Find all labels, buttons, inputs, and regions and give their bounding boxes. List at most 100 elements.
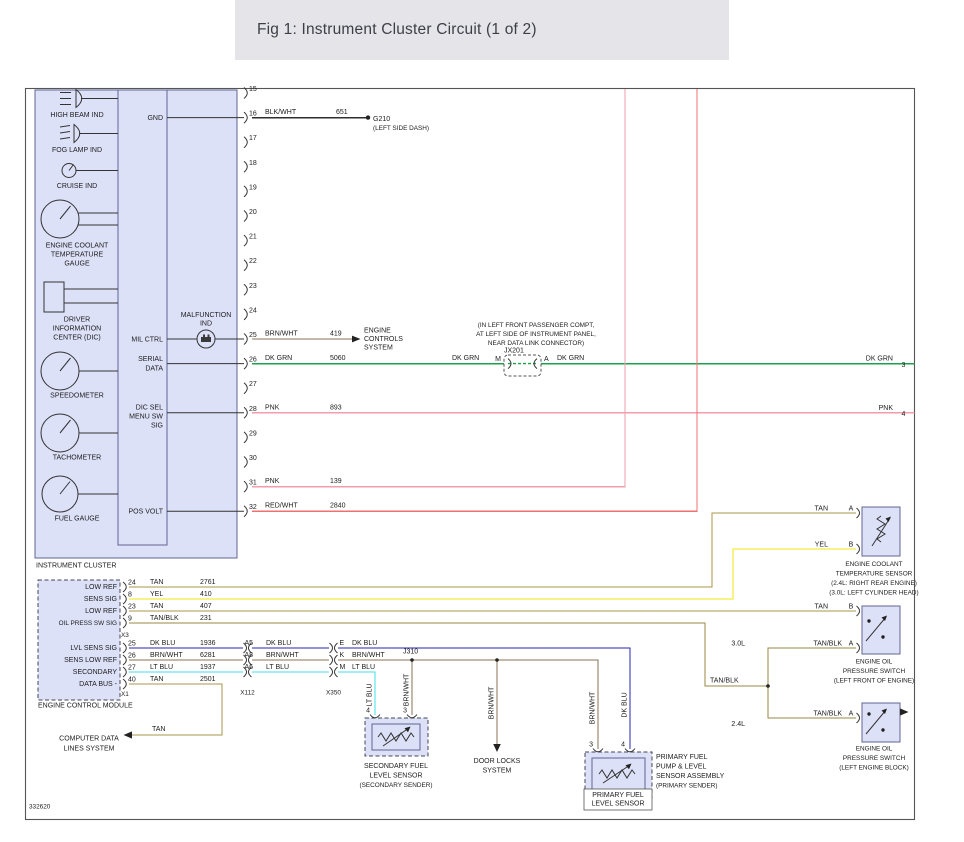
- circuit-number-label: 2840: [330, 503, 346, 510]
- offpage-pnk-label: PNK: [879, 405, 894, 412]
- page: Fig 1: Instrument Cluster Circuit (1 of …: [0, 0, 964, 842]
- cruise-label: CRUISE IND: [57, 183, 97, 190]
- circuit-number-label: 1936: [200, 640, 216, 647]
- cluster-pin-number: 27: [249, 381, 257, 388]
- tachometer-label: TACHOMETER: [53, 455, 101, 462]
- ground-g210-dot: [366, 115, 370, 119]
- wire-color-label-vertical: BRN/WHT: [489, 686, 496, 719]
- mil-label-1: MALFUNCTION: [181, 312, 232, 319]
- coolant-gauge-label-3: GAUGE: [64, 261, 90, 268]
- connector-pin-label: A8: [245, 652, 254, 659]
- cluster-pin-number: 25: [249, 332, 257, 339]
- wire-color-label: TAN: [152, 726, 165, 733]
- signal-pos-volt-label: POS VOLT: [129, 509, 164, 516]
- jx201-note-1: (IN LEFT FRONT PASSENGER COMPT,: [478, 322, 595, 329]
- circuit-number-label: 407: [200, 603, 212, 610]
- secondary-fuel-level-sensor: 4 3 SECONDARY FUEL LEVEL SENSOR (SECONDA…: [360, 708, 433, 790]
- wire-color-label: BRN/WHT: [352, 652, 385, 659]
- sensor-pin-label: 3: [403, 708, 407, 715]
- wire-pnk-139: PNK 139: [252, 89, 625, 487]
- fuel-gauge-label: FUEL GAUGE: [55, 516, 100, 523]
- oil-switch-24-box: [862, 703, 900, 742]
- wire-color-label-vertical: DK BLU: [622, 692, 629, 717]
- engine-controls-label-2: CONTROLS: [364, 336, 403, 343]
- signal-gnd-label: GND: [147, 115, 163, 122]
- primary-assembly-label-2: PUMP & LEVEL: [656, 764, 707, 771]
- junction-dot: [495, 658, 499, 662]
- wire-color-label-vertical: LT BLU: [367, 683, 374, 706]
- circuit-number-label: 6281: [200, 652, 216, 659]
- wire-blkwht-651: BLK/WHT 651 G210 (LEFT SIDE DASH): [252, 109, 429, 132]
- door-locks-label-2: SYSTEM: [483, 768, 512, 775]
- wire-color-label: TAN/BLK: [813, 711, 842, 718]
- circuit-number-label: 139: [330, 478, 342, 485]
- cluster-pin-number: 20: [249, 209, 257, 216]
- coolant-gauge-label-2: TEMPERATURE: [51, 252, 104, 259]
- cluster-connector-box: [118, 90, 167, 545]
- secondary-sensor-label-3: (SECONDARY SENDER): [360, 782, 433, 789]
- ecm-signal-label: DATA BUS -: [79, 681, 118, 688]
- j310-label: J310: [403, 649, 418, 656]
- offpage-page-number: 4: [902, 411, 906, 418]
- coolant-temperature-sensor: TAN A YEL B ENGINE COOLANT TEMPERATURE S…: [815, 506, 919, 597]
- circuit-number-label: 5060: [330, 355, 346, 362]
- primary-sensor-box: [592, 758, 645, 790]
- ecm-x3-label: X3: [121, 632, 129, 639]
- cluster-pin-number: 28: [249, 406, 257, 413]
- wire-color-label: TAN/BLK: [813, 641, 842, 648]
- oil-switch-24-label-1: ENGINE OIL: [856, 746, 893, 753]
- sensor-pin-label: B: [849, 604, 854, 611]
- sensor-pin-label: B: [849, 542, 854, 549]
- ecm-signal-label: SENS SIG: [84, 596, 117, 603]
- connector-x350-label: X350: [326, 690, 341, 697]
- sensor-pin-label: 4: [366, 708, 370, 715]
- offpage-dkgrn-label: DK GRN: [866, 356, 893, 363]
- cluster-pin-number: 18: [249, 160, 257, 167]
- signal-dic-sel-label-2: MENU SW: [129, 414, 163, 421]
- instrument-cluster-label: INSTRUMENT CLUSTER: [36, 563, 116, 570]
- jx201-note-3: NEAR DATA LINK CONNECTOR): [488, 340, 584, 347]
- wire-color-label: RED/WHT: [265, 503, 298, 510]
- circuit-number-label: 651: [336, 109, 348, 116]
- wire-color-label: TAN/BLK: [150, 615, 179, 622]
- jx201-note-2: AT LEFT SIDE OF INSTRUMENT PANEL,: [476, 331, 596, 338]
- engine-controls-label-1: ENGINE: [364, 328, 391, 335]
- document-number: 332620: [29, 804, 51, 811]
- oil-switch-24-label-3: (LEFT ENGINE BLOCK): [839, 765, 908, 772]
- jx201-box: [504, 355, 541, 376]
- connector-pin-label: A5: [245, 640, 254, 647]
- oil-switch-30-box: [862, 606, 900, 654]
- sensor-pin-label: 4: [621, 742, 625, 749]
- continuation-arrow: [900, 708, 909, 715]
- wire-color-label: LT BLU: [150, 664, 173, 671]
- wire-ltblu-1937: LT BLU: [129, 672, 375, 724]
- cluster-pin-number: 31: [249, 480, 257, 487]
- circuit-number-label: 231: [200, 615, 212, 622]
- jx201-pin-a-label: A: [544, 356, 549, 363]
- cluster-pin-number: 32: [249, 504, 257, 511]
- connector-pin-label: E: [340, 640, 345, 647]
- coolant-gauge-label-1: ENGINE COOLANT: [46, 243, 109, 250]
- wire-color-label: TAN: [150, 603, 163, 610]
- ecm-signal-label: SENS LOW REF: [64, 657, 117, 664]
- wire-color-label: DK GRN: [452, 355, 479, 362]
- cluster-pin-number: 16: [249, 111, 257, 118]
- sensor-pin-label: 3: [589, 742, 593, 749]
- ecm-pin-number: 9: [128, 616, 132, 623]
- signal-dic-sel-label-3: SIG: [151, 423, 163, 430]
- ecm-pin-number: 23: [128, 604, 136, 611]
- primary-assembly-label-3: SENSOR ASSEMBLY: [656, 773, 725, 780]
- wire-color-label: DK GRN: [557, 355, 584, 362]
- wire-color-label: TAN: [150, 579, 163, 586]
- coolant-sensor-label-1: ENGINE COOLANT: [845, 561, 902, 568]
- dic-label-3: CENTER (DIC): [53, 335, 100, 342]
- speedometer-label: SPEEDOMETER: [50, 393, 104, 400]
- wire-tan-2761: [129, 513, 856, 587]
- wiring-diagram-canvas: INSTRUMENT CLUSTER HIGH BEAM IND FOG LAM…: [0, 0, 964, 842]
- sensor-pin-label: A: [849, 711, 854, 718]
- cluster-pin-number: 26: [249, 357, 257, 364]
- computer-data-arrow: [124, 731, 133, 738]
- ecm-pin-number: 40: [128, 677, 136, 684]
- cluster-pin-number: 15: [249, 86, 257, 93]
- oil-switch-30-label-3: (LEFT FRONT OF ENGINE): [834, 678, 914, 685]
